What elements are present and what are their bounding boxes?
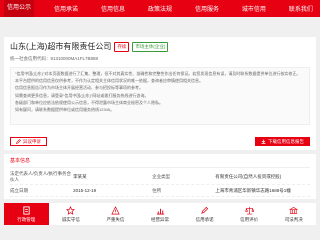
tab-label: 行政管理 [17, 216, 36, 222]
tab-honesty[interactable]: 诚实守信 [49, 203, 94, 225]
tab-judicial[interactable]: 司法判决 [271, 203, 316, 225]
tab-serious-dishonesty[interactable]: 严重失信 [93, 203, 138, 225]
disclaimer-line: 如有疑问，请联系数据提供单位或信用服务热线12345。 [15, 107, 115, 113]
objection-button-label: 异议申诉 [23, 138, 41, 144]
disclaimer-line: 本平台提供的信用信息仅供参考，不作为认定相关主体信用状况的唯一依据，查询者应审慎… [15, 78, 203, 84]
objection-button[interactable]: 异议申诉 [10, 137, 47, 146]
info-label: 企业类型 [152, 174, 171, 179]
info-value: 2015-12-19 [73, 187, 97, 193]
credit-code: 统一社会信用代码：91310000MA1FL7B888 [10, 56, 99, 61]
category-tabs: 行政管理 诚实守信 严重失信 经营异常 信用承诺 信用评价 司法判决 [4, 203, 316, 225]
tab-label: 信用评价 [240, 216, 259, 222]
info-value: 有限责任公司(自然人投资或控股) [215, 174, 282, 179]
nav-item-contact[interactable]: 联系我们 [286, 4, 316, 13]
company-name: 山东(上海)超市有限责任公司 [10, 42, 112, 51]
nav-item-policy[interactable]: 政策法规 [145, 4, 175, 13]
document-icon [23, 205, 30, 215]
disclaimer-box: “信用中国(山东)”对本页面数据进行了汇集、整理，但不对其真实性、准确性和完整性… [10, 67, 310, 125]
entity-type-badge: 市场主体(企业) [132, 41, 169, 52]
disclaimer-line: “信用中国(山东)”对本页面数据进行了汇集、整理，但不对其真实性、准确性和完整性… [15, 71, 301, 76]
tab-label: 司法判决 [284, 216, 303, 222]
status-badge: 存续 [114, 41, 130, 52]
tab-label: 诚实守信 [61, 216, 80, 222]
tab-credit-evaluation[interactable]: 信用评价 [227, 203, 272, 225]
tab-label: 经营异常 [151, 216, 170, 222]
download-report-button[interactable]: 下载信用信息报告 [255, 137, 310, 146]
info-label: 成立日期 [10, 187, 28, 193]
nav-item-credit-service[interactable]: 信用服务 [192, 4, 222, 13]
chart-icon [156, 208, 164, 215]
info-value: 上海市青浦区华新镇华志路1688号1幢 [215, 187, 291, 193]
top-navigation: 信用公示 信用承诺 信用信息 政策法规 信用服务 城市信用 联系我们 [0, 0, 320, 17]
tab-label: 信用承诺 [195, 216, 214, 222]
nav-item-credit-info[interactable]: 信用信息 [98, 4, 128, 13]
company-header-card: 山东(上海)超市有限责任公司 存续 市场主体(企业) 统一社会信用代码：9131… [4, 37, 316, 150]
nav-item-city-credit[interactable]: 城市信用 [239, 4, 269, 13]
info-label: 法定代表人/负责人/执行事务合伙人 [10, 171, 71, 182]
info-value: 李某某 [73, 174, 87, 179]
tab-abnormal-operation[interactable]: 经营异常 [138, 203, 183, 225]
disclaimer-line: 如需查询更多信息，请登录“信用中国(山东)”网站或拨打服务热线进行咨询。 [15, 92, 149, 98]
info-row: 法定代表人/负责人/执行事务合伙人 李某某 企业类型 有限责任公司(自然人投资或… [10, 170, 310, 185]
nav-item-credit-commitment[interactable]: 信用承诺 [51, 4, 81, 13]
info-label: 住所 [152, 187, 162, 193]
pen-icon [201, 206, 209, 214]
section-title: 基本信息 [10, 157, 310, 168]
download-icon [261, 139, 266, 144]
info-row: 成立日期 2015-12-19 住所 上海市青浦区华新镇华志路1688号1幢 [10, 185, 310, 197]
basic-info-section: 基本信息 法定代表人/负责人/执行事务合伙人 李某某 企业类型 有限责任公司(自… [4, 154, 316, 199]
company-title-row: 山东(上海)超市有限责任公司 存续 市场主体(企业) [10, 41, 310, 52]
building-icon [289, 206, 299, 214]
star-icon [66, 205, 76, 215]
disclaimer-line: 各级部门和单位应依法依规使用公示信息，不得泄露市场主体商业秘密及个人隐私。 [15, 99, 163, 105]
tab-credit-commitment[interactable]: 信用承诺 [182, 203, 227, 225]
alert-icon [111, 205, 120, 214]
nav-item-credit-public[interactable]: 信用公示 [4, 0, 35, 17]
scale-icon [244, 206, 254, 214]
disclaimer-line: 信用信息报告可作为市场主体开展经营活动、参与招投标等事项的参考。 [15, 85, 143, 91]
tab-administrative[interactable]: 行政管理 [4, 203, 49, 225]
tab-label: 严重失信 [106, 216, 125, 222]
edit-icon [16, 139, 21, 144]
download-report-label: 下载信用信息报告 [268, 138, 304, 144]
